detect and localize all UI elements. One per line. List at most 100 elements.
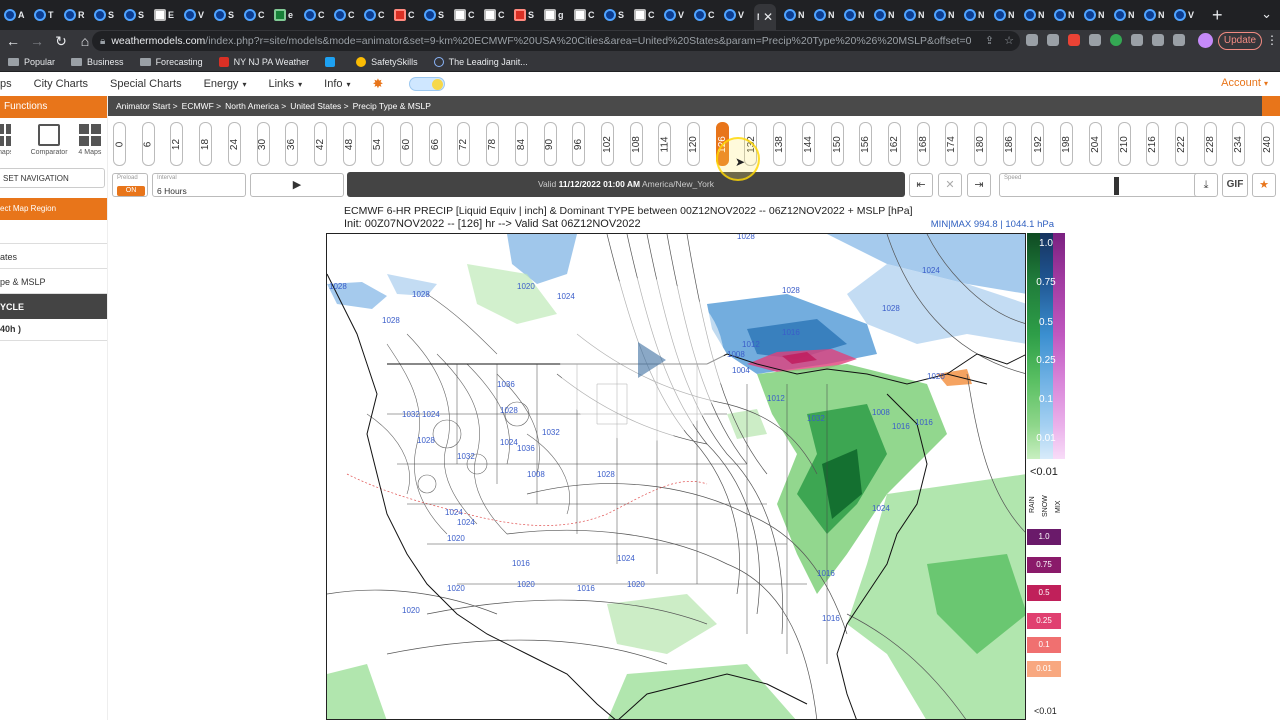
browser-tab[interactable]: C <box>484 4 506 26</box>
forecast-hour-button[interactable]: 84 <box>514 122 528 166</box>
browser-tab[interactable]: N <box>814 4 836 26</box>
forecast-hour-button[interactable]: 6 <box>141 122 155 166</box>
browser-tab[interactable]: R <box>64 4 86 26</box>
browser-tab[interactable]: N <box>1054 4 1076 26</box>
site-nav-item[interactable]: Special Charts <box>110 78 182 90</box>
bookmark-page-icon[interactable] <box>1262 96 1280 116</box>
site-nav-item[interactable]: Energy ▾ <box>204 78 247 90</box>
browser-tab[interactable]: N <box>874 4 896 26</box>
browser-tab[interactable]: S <box>214 4 236 26</box>
browser-tab[interactable]: N <box>904 4 926 26</box>
breadcrumb-item[interactable]: Animator Start > <box>116 101 178 111</box>
extension-icon[interactable] <box>1026 34 1038 46</box>
browser-tab[interactable]: N <box>1114 4 1136 26</box>
forecast-hour-button[interactable]: 78 <box>486 122 500 166</box>
browser-tab[interactable]: C <box>694 4 716 26</box>
bookmark-item[interactable]: Popular <box>8 57 55 67</box>
browser-tab[interactable]: e <box>274 4 296 26</box>
forecast-hour-button[interactable]: 150 <box>830 122 844 166</box>
profile-avatar[interactable] <box>1198 33 1213 48</box>
browser-tab[interactable]: N <box>964 4 986 26</box>
bookmark-item[interactable]: SafetySkills <box>356 56 418 67</box>
play-icon[interactable] <box>638 342 666 378</box>
sidebar-item[interactable] <box>0 220 107 244</box>
browser-tab[interactable]: V <box>184 4 206 26</box>
browser-tab[interactable]: S <box>514 4 536 26</box>
forecast-hour-button[interactable]: 24 <box>227 122 241 166</box>
extension-icon[interactable] <box>1089 34 1101 46</box>
last-frame-button[interactable]: ⇥ <box>967 173 991 197</box>
browser-tab[interactable]: S <box>604 4 626 26</box>
browser-tab[interactable]: C <box>454 4 476 26</box>
forecast-hour-button[interactable]: 168 <box>916 122 930 166</box>
forecast-hour-button[interactable]: 18 <box>199 122 213 166</box>
share-icon[interactable]: ⇪ <box>985 34 994 47</box>
theme-toggle[interactable] <box>409 77 446 91</box>
four-maps-tool[interactable]: 4 Maps <box>73 124 107 156</box>
forecast-hour-button[interactable]: 36 <box>285 122 299 166</box>
browser-tab[interactable]: V <box>664 4 686 26</box>
forecast-hour-button[interactable]: 30 <box>256 122 270 166</box>
bookmark-item[interactable]: Forecasting <box>139 57 203 67</box>
breadcrumb-item[interactable]: ECMWF > <box>182 101 221 111</box>
breadcrumb-item[interactable]: Precip Type & MSLP <box>353 101 431 111</box>
site-nav-item[interactable]: Links ▾ <box>268 78 302 90</box>
close-tab-icon[interactable]: ✕ <box>763 10 773 24</box>
breadcrumb-item[interactable]: North America > <box>225 101 286 111</box>
browser-tab-active[interactable]: M✕ <box>754 4 776 30</box>
reset-navigation-button[interactable]: SET NAVIGATION <box>0 168 105 188</box>
browser-tab[interactable]: V <box>1174 4 1196 26</box>
browser-tab[interactable]: N <box>1084 4 1106 26</box>
bookmark-item[interactable] <box>325 56 340 67</box>
tab-search-chevron-icon[interactable]: ⌄ <box>1261 6 1272 22</box>
preload-toggle[interactable]: Preload ON <box>112 173 148 197</box>
forecast-hour-button[interactable]: 180 <box>974 122 987 166</box>
forecast-hour-button[interactable]: 48 <box>342 122 356 166</box>
url-input[interactable]: 🔒︎ weathermodels.com/index.php?r=site/mo… <box>92 31 1020 51</box>
forecast-hour-button[interactable]: 96 <box>572 122 586 166</box>
forward-arrow-icon[interactable]: → <box>26 33 48 49</box>
forecast-hour-button[interactable]: 144 <box>801 122 815 166</box>
browser-tab[interactable]: C <box>244 4 266 26</box>
update-button[interactable]: Update <box>1218 32 1262 50</box>
bookmark-star-icon[interactable]: ☆ <box>1004 34 1014 47</box>
back-arrow-icon[interactable]: ← <box>2 33 24 49</box>
account-menu[interactable]: Account ▾ <box>1221 77 1268 89</box>
browser-menu-icon[interactable]: ⋮ <box>1266 33 1278 47</box>
maps-tool[interactable]: maps <box>0 124 12 156</box>
forecast-hour-button[interactable]: 174 <box>945 122 959 166</box>
forecast-hour-button[interactable]: 42 <box>313 122 327 166</box>
forecast-hour-button[interactable]: 186 <box>1002 122 1016 166</box>
forecast-hour-button[interactable]: 198 <box>1060 122 1074 166</box>
download-icon[interactable]: ⤓ <box>1194 173 1218 197</box>
browser-tab[interactable]: S <box>424 4 446 26</box>
speed-slider[interactable]: Speed <box>999 173 1205 197</box>
browser-tab[interactable]: N <box>1024 4 1046 26</box>
browser-tab[interactable]: C <box>634 4 656 26</box>
browser-tab[interactable]: N <box>844 4 866 26</box>
forecast-hour-button[interactable]: 108 <box>629 122 643 166</box>
sidebar-cycle-value[interactable]: 40h ) <box>0 319 107 341</box>
close-icon[interactable]: ✕ <box>938 173 962 197</box>
browser-tab[interactable]: C <box>364 4 386 26</box>
play-button[interactable]: ▶ <box>250 173 344 197</box>
forecast-hour-button[interactable]: 240 <box>1261 122 1274 166</box>
forecast-hour-button[interactable]: 216 <box>1146 122 1160 166</box>
bookmark-item[interactable]: NY NJ PA Weather <box>218 56 309 67</box>
extension-icon[interactable] <box>1131 34 1143 46</box>
extension-icon[interactable] <box>1047 34 1059 46</box>
site-nav-item[interactable]: City Charts <box>34 78 88 90</box>
forecast-hour-button[interactable]: 234 <box>1232 122 1246 166</box>
comparator-tool[interactable]: Comparator <box>25 124 73 156</box>
sidebar-icon[interactable] <box>1173 34 1185 46</box>
forecast-hour-button[interactable]: 222 <box>1174 122 1188 166</box>
forecast-hour-button[interactable]: 138 <box>773 122 787 166</box>
bookmark-item[interactable]: The Leading Janit... <box>433 56 528 67</box>
gif-button[interactable]: GIF <box>1222 173 1248 197</box>
browser-tab[interactable]: g <box>544 4 566 26</box>
browser-tab[interactable]: N <box>934 4 956 26</box>
breadcrumb-item[interactable]: United States > <box>290 101 348 111</box>
browser-tab[interactable]: C <box>394 4 416 26</box>
site-nav-item[interactable]: ps <box>0 78 12 90</box>
puzzle-icon[interactable] <box>1152 34 1164 46</box>
